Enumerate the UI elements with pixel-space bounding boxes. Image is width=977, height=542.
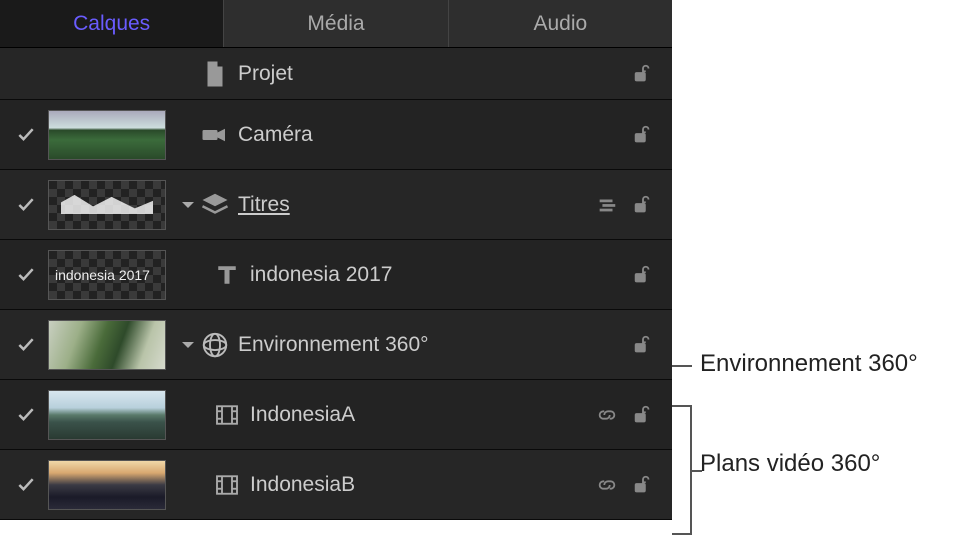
checkbox[interactable] — [12, 475, 40, 495]
titles-label: Titres — [230, 193, 596, 217]
layer-rows: Projet Caméra — [0, 48, 672, 520]
indonesia-2017-label: indonesia 2017 — [242, 263, 632, 287]
blend-icon[interactable] — [596, 194, 618, 216]
link-icon[interactable] — [596, 474, 618, 496]
indonesia-b-label: IndonesiaB — [242, 473, 596, 497]
thumbnail-indonesia-2017[interactable]: indonesia 2017 — [48, 250, 166, 300]
thumbnail-camera[interactable] — [48, 110, 166, 160]
text-icon — [212, 260, 242, 290]
checkbox[interactable] — [12, 405, 40, 425]
row-env-360[interactable]: Environnement 360° — [0, 310, 672, 380]
camera-label: Caméra — [230, 123, 632, 147]
disclosure-triangle[interactable] — [176, 333, 200, 357]
camera-icon — [200, 120, 230, 150]
thumbnail-indonesia-b[interactable] — [48, 460, 166, 510]
lock-icon[interactable] — [632, 124, 654, 146]
checkbox[interactable] — [12, 195, 40, 215]
annotation-env-360: Environnement 360° — [700, 350, 918, 378]
thumbnail-env-360[interactable] — [48, 320, 166, 370]
globe-360-icon — [200, 330, 230, 360]
lock-icon[interactable] — [632, 334, 654, 356]
checkbox[interactable] — [12, 265, 40, 285]
thumbnail-titles[interactable] — [48, 180, 166, 230]
env-360-label: Environnement 360° — [230, 333, 632, 357]
callout-line — [672, 365, 692, 367]
tab-media[interactable]: Média — [224, 0, 448, 47]
indonesia-a-label: IndonesiaA — [242, 403, 596, 427]
lock-icon[interactable] — [632, 194, 654, 216]
tab-layers[interactable]: Calques — [0, 0, 224, 47]
tab-audio[interactable]: Audio — [449, 0, 672, 47]
film-icon — [212, 400, 242, 430]
tab-bar: Calques Média Audio — [0, 0, 672, 48]
thumbnail-indonesia-a[interactable] — [48, 390, 166, 440]
project-icon — [200, 59, 230, 89]
checkbox[interactable] — [12, 335, 40, 355]
film-icon — [212, 470, 242, 500]
layers-icon — [200, 190, 230, 220]
row-indonesia-a[interactable]: IndonesiaA — [0, 380, 672, 450]
callout-bracket — [672, 405, 692, 535]
thumb-text: indonesia 2017 — [55, 267, 150, 283]
lock-icon[interactable] — [632, 404, 654, 426]
annotation-plans-360: Plans vidéo 360° — [700, 450, 880, 478]
project-label: Projet — [230, 62, 632, 86]
lock-icon[interactable] — [632, 63, 654, 85]
row-project[interactable]: Projet — [0, 48, 672, 100]
lock-icon[interactable] — [632, 474, 654, 496]
lock-icon[interactable] — [632, 264, 654, 286]
layers-panel: Calques Média Audio Projet — [0, 0, 672, 520]
row-titles[interactable]: Titres — [0, 170, 672, 240]
row-camera[interactable]: Caméra — [0, 100, 672, 170]
checkbox[interactable] — [12, 125, 40, 145]
link-icon[interactable] — [596, 404, 618, 426]
row-indonesia-2017[interactable]: indonesia 2017 indonesia 2017 — [0, 240, 672, 310]
disclosure-triangle[interactable] — [176, 193, 200, 217]
row-indonesia-b[interactable]: IndonesiaB — [0, 450, 672, 520]
